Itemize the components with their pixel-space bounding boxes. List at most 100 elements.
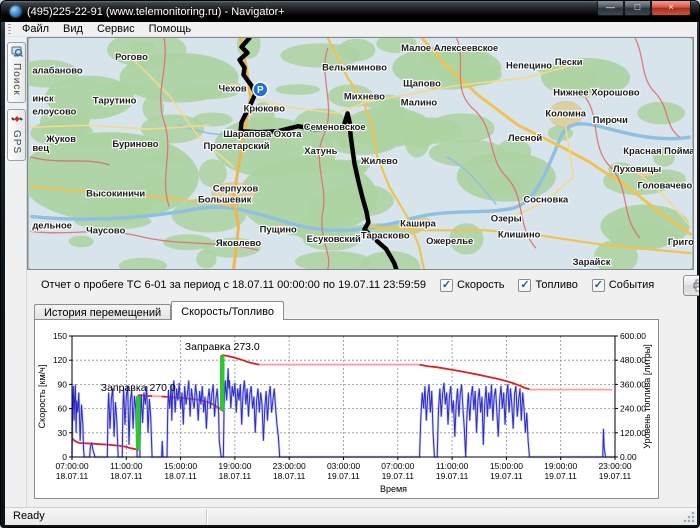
menu-item-2[interactable]: Сервис — [90, 22, 142, 37]
map-label: Ожерелье — [426, 235, 473, 246]
svg-text:07:00:00: 07:00:00 — [381, 461, 414, 471]
map-label: Тарутино — [93, 94, 137, 105]
svg-text:07:00:00: 07:00:00 — [55, 461, 88, 471]
map-label: Высокиничи — [86, 188, 145, 199]
map-label: Серпухов — [213, 183, 259, 194]
svg-text:30: 30 — [58, 428, 68, 438]
app-icon — [10, 6, 21, 17]
map-label: Пески — [555, 56, 583, 67]
map-label: Щапово — [403, 78, 441, 89]
svg-text:600.00: 600.00 — [620, 331, 646, 341]
svg-text:18.07.11: 18.07.11 — [110, 471, 143, 481]
map-label: Жилево — [360, 155, 398, 166]
chart-panel: Заправка 270.0 Заправка 273.0 0 30 60 90 120 15… — [34, 319, 659, 499]
map-label: Жуков — [45, 133, 76, 144]
tab-history[interactable]: История перемещений — [34, 304, 172, 320]
svg-text:18.07.11: 18.07.11 — [273, 471, 306, 481]
map-label: Тарасково — [361, 229, 410, 240]
map-label: Григорьевское — [668, 236, 693, 247]
checkbox-mark: ✓ — [591, 278, 605, 292]
map-label: Семеновское — [304, 121, 366, 132]
window-title: (495)225-22-91 (www.telemonitoring.ru) -… — [27, 5, 285, 18]
map-label: Крюково — [244, 102, 286, 113]
sidebar-tab-поиск[interactable]: Поиск — [7, 42, 26, 103]
maximize-button[interactable]: □ — [624, 1, 651, 16]
map-svg: Рогово алабаново Малое Алексеевское Вельями… — [28, 38, 693, 269]
report-toolbar: Отчет о пробеге ТС 6-01 за период с 18.0… — [5, 272, 699, 298]
checkbox-события[interactable]: ✓ События — [591, 278, 655, 292]
map-label: Малое Алексеевское — [401, 42, 498, 53]
svg-text:19.07.11: 19.07.11 — [436, 471, 469, 481]
status-bar: Ready — [5, 507, 697, 525]
map-label: Озеры — [491, 212, 522, 223]
map-label: Пущино — [260, 223, 297, 234]
svg-text:11:00:00: 11:00:00 — [110, 461, 143, 471]
svg-text:18.07.11: 18.07.11 — [164, 471, 197, 481]
menu-bar: Файл Вид Сервис Помощь — [5, 22, 697, 37]
svg-text:19:00:00: 19:00:00 — [544, 461, 577, 471]
map-label: Пролетарский — [204, 140, 270, 151]
map-label: Есуковский — [307, 233, 361, 244]
map-label: вец — [32, 142, 49, 153]
map-label: Красная Пойма — [623, 145, 693, 156]
map-label: Головачево — [637, 180, 692, 191]
checkbox-label: Топливо — [535, 279, 578, 291]
map-label: инск — [32, 92, 54, 103]
report-tabs: История перемещений Скорость/Топливо — [34, 301, 285, 320]
svg-text:90: 90 — [58, 379, 68, 389]
checkbox-скорость[interactable]: ✓ Скорость — [439, 278, 504, 292]
refuel-annotation: Заправка 273.0 — [185, 341, 260, 353]
map-label: Буриново — [112, 138, 158, 149]
map-label: Непецино — [506, 60, 552, 71]
minimize-button[interactable]: — — [597, 1, 624, 16]
svg-text:60: 60 — [58, 404, 68, 414]
printer-icon — [693, 279, 699, 292]
app-window: (495)225-22-91 (www.telemonitoring.ru) -… — [0, 0, 700, 528]
close-button[interactable]: × — [651, 1, 691, 16]
fuel-series — [419, 363, 530, 391]
map-label: Малино — [401, 96, 438, 107]
menu-item-0[interactable]: Файл — [15, 22, 56, 37]
speed-fuel-chart: Заправка 270.0Заправка 273.0030609012015… — [37, 331, 652, 494]
menu-item-1[interactable]: Вид — [56, 22, 90, 37]
checkbox-label: События — [608, 279, 655, 291]
title-bar[interactable]: (495)225-22-91 (www.telemonitoring.ru) -… — [1, 1, 699, 22]
tab-speed-fuel[interactable]: Скорость/Топливо — [171, 301, 285, 320]
svg-text:03:00:00: 03:00:00 — [327, 461, 360, 471]
map-canvas[interactable]: Рогово алабаново Малое Алексеевское Вельями… — [27, 37, 694, 270]
map-label: Хатунь — [304, 145, 337, 156]
map-label: Яковлево — [216, 237, 261, 248]
svg-text:18.07.11: 18.07.11 — [219, 471, 252, 481]
sidebar-tab-label: Поиск — [11, 63, 22, 96]
map-label: Зарайск — [573, 256, 611, 267]
svg-text:19.07.11: 19.07.11 — [382, 471, 415, 481]
map-label: Шарапова Охота — [223, 128, 302, 139]
checkbox-топливо[interactable]: ✓ Топливо — [518, 278, 578, 292]
gps-satellite-icon — [10, 113, 23, 128]
y-left-axis-title: Скорость [км/ч] — [37, 365, 47, 429]
x-axis-title: Время — [380, 484, 407, 494]
menu-item-3[interactable]: Помощь — [142, 22, 199, 37]
svg-text:19.07.11: 19.07.11 — [327, 471, 360, 481]
svg-text:15:00:00: 15:00:00 — [164, 461, 197, 471]
svg-text:19.07.11: 19.07.11 — [544, 471, 577, 481]
map-label: Сосновка — [523, 194, 569, 205]
client-area: Файл Вид Сервис Помощь Поиск GPS Рогово алаба… — [5, 22, 699, 525]
map-label: Лесной — [508, 132, 542, 143]
svg-text:18.07.11: 18.07.11 — [56, 471, 89, 481]
map-label: алабаново — [32, 65, 83, 76]
map-label: Луховицы — [613, 163, 661, 174]
map-label: Чехов — [218, 83, 246, 94]
map-label: Нижнее Хорошово — [553, 87, 640, 98]
checkbox-mark: ✓ — [439, 278, 453, 292]
print-button[interactable]: Печать — [683, 274, 699, 296]
sidebar-tab-label: GPS — [11, 129, 22, 154]
map-label: Вельяминово — [322, 62, 387, 73]
map-label: Большевик — [198, 194, 252, 205]
sidebar-tab-gps[interactable]: GPS — [7, 108, 26, 161]
resize-grip[interactable] — [683, 511, 695, 523]
parking-marker[interactable]: P — [252, 81, 269, 98]
report-summary: Отчет о пробеге ТС 6-01 за период с 18.0… — [41, 279, 426, 291]
menu-grip — [8, 24, 11, 34]
svg-text:23:00:00: 23:00:00 — [273, 461, 306, 471]
